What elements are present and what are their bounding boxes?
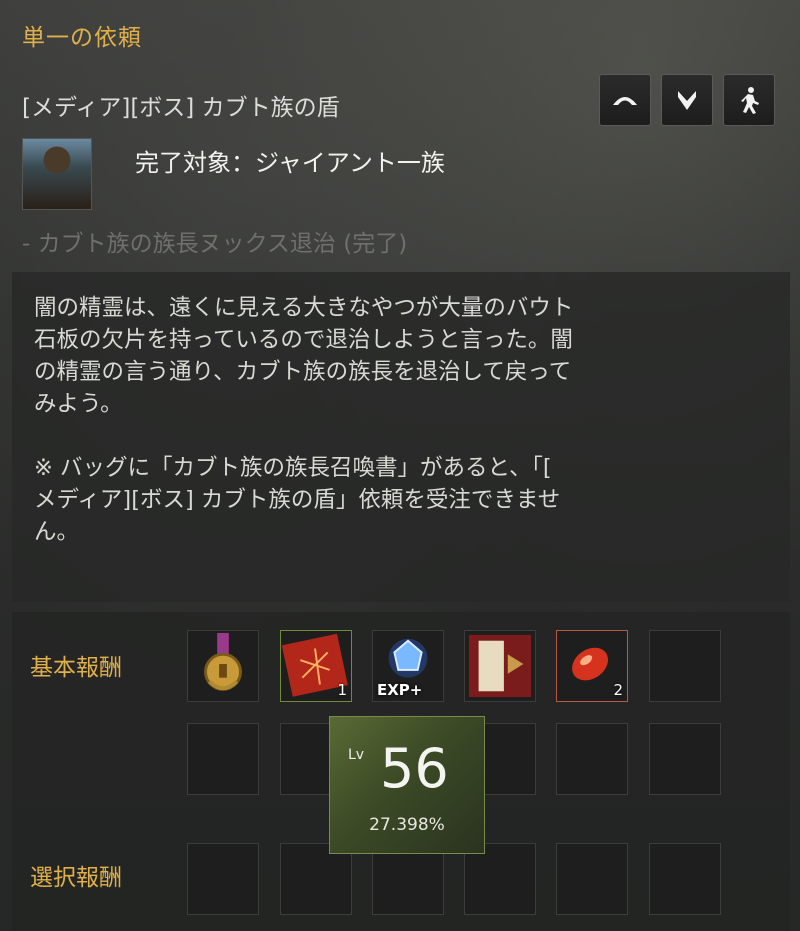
- quest-name: [メディア][ボス] カブト族の盾: [22, 95, 340, 121]
- level-tooltip: Lv 56 27.398%: [329, 716, 485, 854]
- item-count: 1: [337, 681, 347, 699]
- basic-reward-label: 基本報酬: [30, 655, 122, 681]
- reward-slot-medal[interactable]: [187, 630, 259, 702]
- quest-controls: [599, 74, 775, 126]
- description-paragraph: 闇の精霊は、遠くに見える大きなやつが大量のバウト 石板の欠片を持っているので退治…: [34, 295, 574, 417]
- description-note: ※ バッグに「カブト族の族長召喚書」があると、「[ メディア][ボス] カブト族…: [34, 455, 561, 545]
- reward-slot-gem[interactable]: 2: [556, 630, 628, 702]
- item-count: 2: [613, 681, 623, 699]
- exp-label: EXP+: [377, 681, 423, 699]
- select-reward-slot[interactable]: [187, 843, 259, 915]
- reward-slot-book[interactable]: 1: [280, 630, 352, 702]
- select-reward-slot[interactable]: [649, 843, 721, 915]
- sub-objective: - カブト族の族長ヌックス退治 (完了): [22, 231, 408, 257]
- contribution-scroll-icon: [468, 634, 532, 698]
- reward-slot-empty[interactable]: [187, 723, 259, 795]
- move-down-button[interactable]: [661, 74, 713, 126]
- level-value: 56: [380, 737, 449, 800]
- quest-description: 闇の精霊は、遠くに見える大きなやつが大量のバウト 石板の欠片を持っているので退治…: [12, 272, 790, 602]
- select-reward-slot[interactable]: [556, 843, 628, 915]
- level-progress-percent: 27.398%: [369, 815, 445, 835]
- reward-slot-exp[interactable]: EXP+: [372, 630, 444, 702]
- level-label: Lv: [348, 747, 365, 763]
- medal-icon: [204, 632, 242, 691]
- completion-target: 完了対象：ジャイアント一族: [135, 149, 445, 177]
- panel-title: 単一の依頼: [22, 25, 142, 51]
- chevron-up-icon: [613, 97, 637, 105]
- select-reward-label: 選択報酬: [30, 865, 122, 891]
- auto-navigate-icon: [741, 87, 759, 114]
- reward-slot-empty[interactable]: [556, 723, 628, 795]
- reward-slot-empty[interactable]: [649, 630, 721, 702]
- chevron-down-icon: [678, 91, 696, 110]
- auto-navigate-button[interactable]: [723, 74, 775, 126]
- reward-slot-contribution[interactable]: [464, 630, 536, 702]
- reward-slot-empty[interactable]: [649, 723, 721, 795]
- target-portrait: [22, 138, 92, 210]
- move-up-button[interactable]: [599, 74, 651, 126]
